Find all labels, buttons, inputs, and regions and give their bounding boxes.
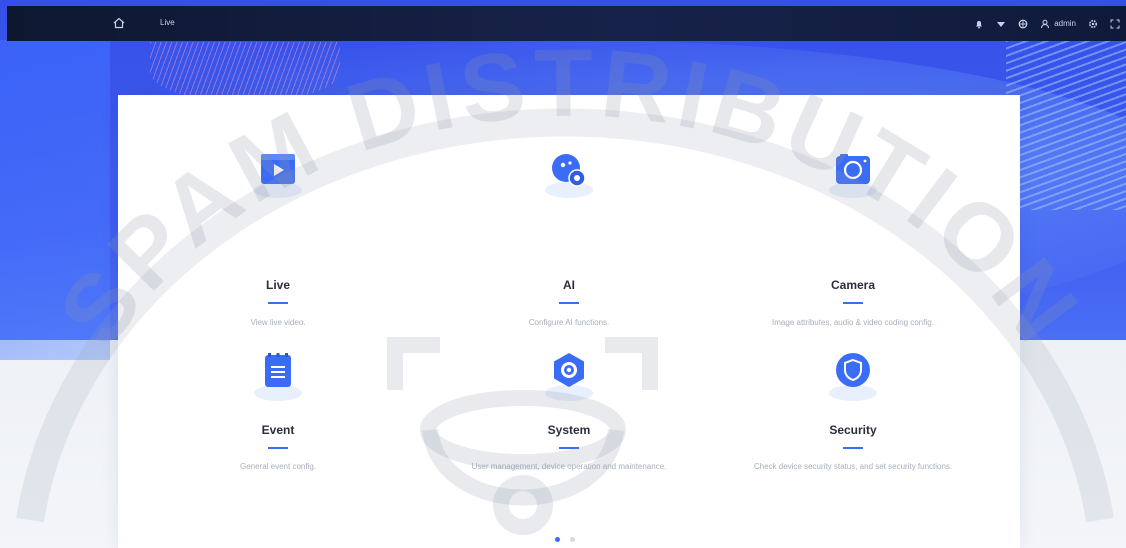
module-title: System [547, 423, 591, 437]
module-description: View live video. [250, 318, 306, 327]
module-grid: Live View live video. AI Configure AI fu… [118, 95, 1020, 548]
module-system[interactable]: System User management, device operation… [419, 353, 719, 523]
globe-icon[interactable] [1018, 19, 1028, 29]
module-title: Live [265, 278, 290, 292]
page-dot[interactable] [570, 537, 575, 542]
module-title: Event [261, 423, 295, 437]
bell-icon[interactable] [974, 19, 984, 29]
module-description: Check device security status, and set se… [753, 462, 953, 471]
user-menu[interactable]: admin [1040, 19, 1076, 29]
module-title: Camera [830, 278, 876, 292]
wifi-icon[interactable] [996, 19, 1006, 29]
user-icon [1040, 19, 1050, 29]
title-underline [559, 447, 579, 449]
module-description: User management, device operation and ma… [471, 462, 667, 471]
username: admin [1054, 19, 1076, 28]
title-underline [268, 447, 288, 449]
security-icon [828, 353, 878, 423]
background-left-panel [0, 40, 110, 360]
gear-icon[interactable] [1088, 19, 1098, 29]
module-title: AI [563, 278, 575, 292]
fullscreen-icon[interactable] [1110, 19, 1120, 29]
topbar-actions: admin [974, 6, 1120, 41]
module-security[interactable]: Security Check device security status, a… [703, 353, 1003, 523]
event-icon [253, 353, 303, 423]
ai-icon [544, 152, 594, 222]
module-title: Security [829, 423, 877, 437]
pagination [555, 537, 575, 542]
background-stripes [1006, 40, 1126, 210]
module-description: General event config. [239, 462, 317, 471]
camera-icon [828, 152, 878, 222]
main-card: Live View live video. AI Configure AI fu… [118, 95, 1020, 548]
title-underline [268, 302, 288, 304]
title-underline [843, 302, 863, 304]
home-icon[interactable] [112, 16, 126, 30]
module-description: Image attributes, audio & video coding c… [772, 318, 934, 327]
live-icon [253, 152, 303, 222]
page-dot-active[interactable] [555, 537, 560, 542]
module-live[interactable]: Live View live video. [128, 152, 428, 327]
module-description: Configure AI functions. [528, 318, 610, 327]
system-icon [544, 353, 594, 423]
module-camera[interactable]: Camera Image attributes, audio & video c… [703, 152, 1003, 327]
title-underline [843, 447, 863, 449]
breadcrumb[interactable]: Live [160, 18, 175, 27]
module-ai[interactable]: AI Configure AI functions. [419, 152, 719, 327]
title-underline [559, 302, 579, 304]
background-face-graphic [150, 42, 340, 102]
module-event[interactable]: Event General event config. [128, 353, 428, 523]
top-bar: Live admin [7, 6, 1126, 41]
